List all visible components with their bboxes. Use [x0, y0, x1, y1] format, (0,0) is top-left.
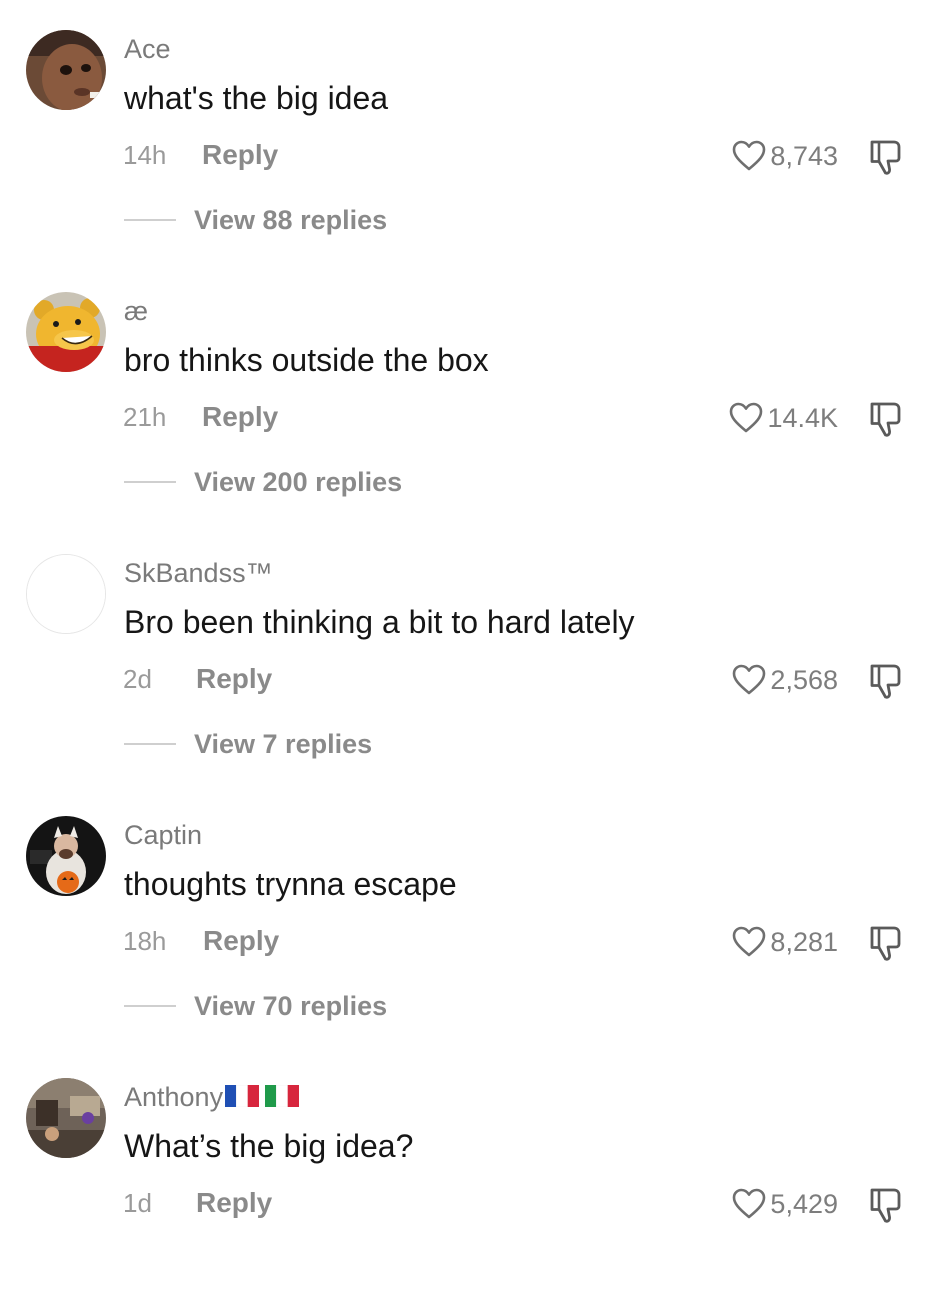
username[interactable]: Captin: [124, 820, 202, 851]
italy-flag-icon: [265, 1084, 300, 1107]
costume-photo-avatar-icon: [26, 816, 106, 896]
username-text: Anthony: [124, 1082, 224, 1112]
view-replies-button[interactable]: View 88 replies: [124, 202, 387, 238]
like-count: 5,429: [770, 1188, 838, 1219]
thumbs-down-icon: [870, 926, 901, 961]
comment-text: bro thinks outside the box: [124, 342, 489, 378]
reply-button[interactable]: Reply: [196, 663, 272, 695]
like-button[interactable]: 5,429: [732, 1184, 838, 1224]
timestamp: 18h: [123, 926, 167, 956]
view-replies-label: View 70 replies: [194, 990, 388, 1021]
timestamp: 1d: [123, 1188, 152, 1218]
baby-photo-avatar-icon: [26, 30, 106, 110]
cartoon-bear-avatar-icon: [26, 292, 106, 372]
divider: [124, 1005, 176, 1007]
thumbs-down-icon: [870, 1188, 901, 1223]
comment-text: Bro been thinking a bit to hard lately: [124, 604, 635, 640]
thumbs-down-icon: [870, 140, 901, 175]
dislike-button[interactable]: [868, 138, 904, 176]
view-replies-label: View 88 replies: [194, 204, 388, 235]
avatar[interactable]: [26, 292, 106, 372]
blank-avatar-icon: [27, 555, 105, 633]
comment-item: Ace what's the big idea 14h Reply 8,743 …: [0, 0, 940, 262]
like-count: 8,743: [770, 140, 838, 171]
view-replies-label: View 200 replies: [194, 466, 403, 497]
france-flag-icon: [225, 1084, 260, 1107]
username[interactable]: Anthony: [124, 1082, 300, 1113]
avatar[interactable]: [26, 554, 106, 634]
like-count: 2,568: [770, 664, 838, 695]
comment-item: Anthony What’s the big idea? 1d Reply 5,…: [0, 1048, 940, 1310]
like-button[interactable]: 14.4K: [729, 398, 838, 438]
username[interactable]: SkBandss™: [124, 558, 273, 589]
dislike-button[interactable]: [868, 1186, 904, 1224]
reply-button[interactable]: Reply: [196, 1187, 272, 1219]
reply-button[interactable]: Reply: [202, 401, 278, 433]
like-count: 8,281: [770, 926, 838, 957]
divider: [124, 743, 176, 745]
dislike-button[interactable]: [868, 924, 904, 962]
like-button[interactable]: 2,568: [732, 660, 838, 700]
view-replies-button[interactable]: View 70 replies: [124, 988, 387, 1024]
divider: [124, 481, 176, 483]
divider: [124, 219, 176, 221]
heart-icon: [733, 140, 766, 171]
timestamp: 14h: [123, 140, 167, 170]
comment-item: æ bro thinks outside the box 21h Reply 1…: [0, 262, 940, 524]
room-photo-avatar-icon: [26, 1078, 106, 1158]
comment-text: what's the big idea: [124, 80, 389, 116]
thumbs-down-icon: [870, 402, 901, 437]
like-button[interactable]: 8,743: [732, 136, 838, 176]
like-button[interactable]: 8,281: [732, 922, 838, 962]
avatar[interactable]: [26, 816, 106, 896]
view-replies-button[interactable]: View 200 replies: [124, 464, 402, 500]
like-count: 14.4K: [767, 402, 838, 433]
username[interactable]: Ace: [124, 34, 171, 65]
heart-icon: [733, 664, 766, 695]
username[interactable]: æ: [124, 296, 148, 327]
timestamp: 2d: [123, 664, 152, 694]
reply-button[interactable]: Reply: [202, 139, 278, 171]
heart-icon: [733, 1188, 766, 1219]
avatar[interactable]: [26, 1078, 106, 1158]
timestamp: 21h: [123, 402, 167, 432]
comment-text: thoughts trynna escape: [124, 866, 457, 902]
comment-text: What’s the big idea?: [124, 1128, 414, 1164]
avatar[interactable]: [26, 30, 106, 110]
thumbs-down-icon: [870, 664, 901, 699]
comment-item: Captin thoughts trynna escape 18h Reply …: [0, 786, 940, 1048]
heart-icon: [733, 926, 766, 957]
view-replies-button[interactable]: View 7 replies: [124, 726, 372, 762]
dislike-button[interactable]: [868, 662, 904, 700]
heart-icon: [730, 402, 763, 433]
reply-button[interactable]: Reply: [203, 925, 279, 957]
comment-item: SkBandss™ Bro been thinking a bit to har…: [0, 524, 940, 786]
view-replies-label: View 7 replies: [194, 728, 373, 759]
dislike-button[interactable]: [868, 400, 904, 438]
